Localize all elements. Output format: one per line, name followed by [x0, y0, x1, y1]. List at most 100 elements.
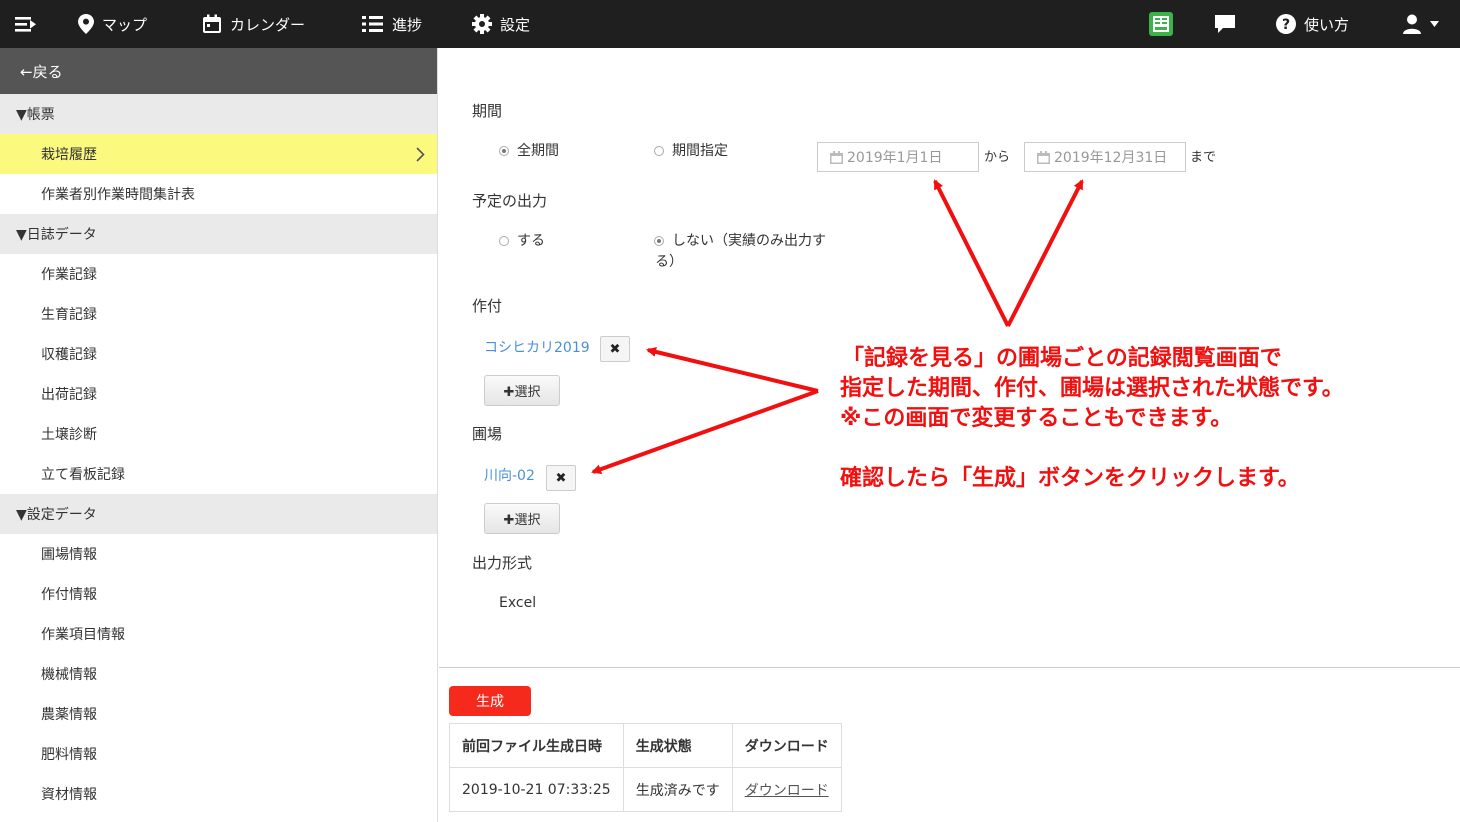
radio-planned-no[interactable]: しない（実績のみ出力す — [654, 231, 844, 251]
radio-unchecked-icon — [499, 236, 509, 246]
back-link[interactable]: ←戻る — [0, 48, 437, 94]
sidebar-item-fertilizer-info[interactable]: 肥料情報 — [0, 734, 437, 774]
top-navbar: マップ カレンダー 進捗 設定 ? 使い方 — [0, 0, 1460, 48]
sidebar-item-label: 農薬情報 — [41, 707, 97, 723]
radio-unchecked-icon — [654, 146, 664, 156]
calendar-icon — [203, 14, 221, 33]
sidebar-item-signboard-records[interactable]: 立て看板記録 — [0, 454, 437, 494]
question-circle-icon: ? — [1276, 14, 1296, 34]
main-content: 期間 全期間 期間指定 2019年1月1日 から 2019年12月31日 まで … — [439, 48, 1460, 822]
nav-calendar-label: カレンダー — [230, 15, 306, 34]
selected-field-tag[interactable]: 川向-02 — [484, 465, 535, 485]
sidebar-item-field-info[interactable]: 圃場情報 — [0, 534, 437, 574]
end-date-value: 2019年12月31日 — [1054, 150, 1168, 166]
sidebar-item-shipping-records[interactable]: 出荷記録 — [0, 374, 437, 414]
sidebar-section-reports[interactable]: ▼帳票 — [0, 94, 437, 134]
menu-toggle-icon[interactable] — [14, 0, 38, 48]
annotation-line2: 指定した期間、作付、圃場は選択された状態です。 — [840, 376, 1344, 401]
sidebar-item-work-records[interactable]: 作業記録 — [0, 254, 437, 294]
sidebar-item-label: 圃場情報 — [41, 547, 97, 563]
nav-calendar[interactable]: カレンダー — [202, 0, 305, 48]
calendar-icon — [830, 150, 843, 164]
table-header: 生成状態 — [622, 723, 733, 768]
table-header-row: 前回ファイル生成日時 生成状態 ダウンロード — [449, 723, 842, 768]
crop-label: 作付 — [472, 297, 503, 315]
sidebar-item-label: 作業者別作業時間集計表 — [41, 187, 195, 203]
radio-planned-no-label: しない（実績のみ出力す — [672, 233, 826, 249]
sidebar-item-harvest-records[interactable]: 収穫記録 — [0, 334, 437, 374]
radio-date-range[interactable]: 期間指定 — [654, 141, 728, 161]
sidebar-item-label: 資材情報 — [41, 787, 97, 803]
planned-output-label: 予定の出力 — [472, 192, 548, 210]
nav-help-label: 使い方 — [1304, 15, 1350, 34]
sidebar-item-label: 作付情報 — [41, 587, 97, 603]
generate-button[interactable]: 生成 — [449, 686, 531, 716]
sidebar-item-label: 収穫記録 — [41, 347, 97, 363]
radio-planned-yes[interactable]: する — [499, 231, 545, 251]
caret-down-icon — [1430, 21, 1439, 27]
radio-all-period-label: 全期間 — [517, 143, 559, 159]
output-format-value: Excel — [499, 595, 537, 611]
date-from-suffix: から — [984, 150, 1011, 165]
radio-planned-yes-label: する — [517, 233, 545, 249]
select-crop-button[interactable]: ✚選択 — [484, 375, 560, 406]
section-divider — [439, 667, 1460, 668]
end-date-input[interactable]: 2019年12月31日 — [1024, 142, 1186, 172]
nav-progress-label: 進捗 — [392, 15, 423, 34]
output-format-label: 出力形式 — [472, 554, 533, 572]
sidebar-item-label: 作業項目情報 — [41, 627, 125, 643]
nav-progress[interactable]: 進捗 — [362, 0, 422, 48]
annotation-line4: 確認したら「生成」ボタンをクリックします。 — [840, 466, 1300, 491]
remove-crop-button[interactable]: ✖ — [600, 336, 630, 362]
date-to-suffix: まで — [1190, 150, 1217, 165]
annotation-line3: ※この画面で変更することもできます。 — [840, 406, 1233, 431]
sidebar: ←戻る ▼帳票 栽培履歴 作業者別作業時間集計表 ▼日誌データ 作業記録 生育記… — [0, 48, 438, 822]
sidebar-item-label: 立て看板記録 — [41, 467, 125, 483]
sidebar-item-label: 栽培履歴 — [41, 147, 97, 163]
table-header: ダウンロード — [731, 723, 842, 768]
radio-all-period[interactable]: 全期間 — [499, 141, 559, 161]
sidebar-section-journal[interactable]: ▼日誌データ — [0, 214, 437, 254]
annotation-line1: 「記録を見る」の圃場ごとの記録閲覧画面で — [842, 346, 1282, 371]
sidebar-item-worker-hours[interactable]: 作業者別作業時間集計表 — [0, 174, 437, 214]
chat-bubble-icon[interactable] — [1214, 0, 1236, 48]
sidebar-item-crop-info[interactable]: 作付情報 — [0, 574, 437, 614]
user-menu[interactable] — [1402, 0, 1439, 48]
nav-help[interactable]: ? 使い方 — [1276, 0, 1349, 48]
user-icon — [1403, 14, 1421, 34]
ledger-book-icon[interactable] — [1148, 0, 1174, 48]
sidebar-item-label: 生育記録 — [41, 307, 97, 323]
sidebar-item-machine-info[interactable]: 機械情報 — [0, 654, 437, 694]
selected-crop-tag[interactable]: コシヒカリ2019 — [484, 337, 590, 357]
sidebar-item-task-info[interactable]: 作業項目情報 — [0, 614, 437, 654]
select-field-button[interactable]: ✚選択 — [484, 503, 560, 534]
sidebar-item-label: 作業記録 — [41, 267, 97, 283]
sidebar-section-settings-data[interactable]: ▼設定データ — [0, 494, 437, 534]
remove-field-button[interactable]: ✖ — [546, 465, 576, 491]
radio-planned-no-label-cont: る） — [655, 254, 683, 270]
field-label: 圃場 — [472, 425, 503, 443]
start-date-input[interactable]: 2019年1月1日 — [817, 142, 979, 172]
sidebar-item-growth-records[interactable]: 生育記録 — [0, 294, 437, 334]
sidebar-item-pesticide-info[interactable]: 農薬情報 — [0, 694, 437, 734]
nav-settings[interactable]: 設定 — [472, 0, 530, 48]
sidebar-item-label: 出荷記録 — [41, 387, 97, 403]
table-header: 前回ファイル生成日時 — [449, 723, 624, 768]
download-cell: ダウンロード — [731, 767, 842, 812]
task-list-icon — [362, 16, 383, 32]
chevron-right-icon — [416, 147, 425, 162]
last-generated-at: 2019-10-21 07:33:25 — [449, 767, 624, 812]
radio-checked-icon — [499, 146, 509, 156]
sidebar-item-soil-diagnosis[interactable]: 土壌診断 — [0, 414, 437, 454]
table-row: 2019-10-21 07:33:25 生成済みです ダウンロード — [449, 767, 842, 812]
download-link[interactable]: ダウンロード — [745, 783, 829, 799]
gear-icon — [472, 14, 492, 34]
sidebar-item-cultivation-history[interactable]: 栽培履歴 — [0, 134, 437, 174]
radio-date-range-label: 期間指定 — [672, 143, 728, 159]
nav-map[interactable]: マップ — [78, 0, 147, 48]
sidebar-item-label: 土壌診断 — [41, 427, 97, 443]
start-date-value: 2019年1月1日 — [847, 150, 943, 166]
svg-text:?: ? — [1282, 17, 1290, 33]
sidebar-item-material-info[interactable]: 資材情報 — [0, 774, 437, 814]
nav-settings-label: 設定 — [500, 15, 531, 34]
